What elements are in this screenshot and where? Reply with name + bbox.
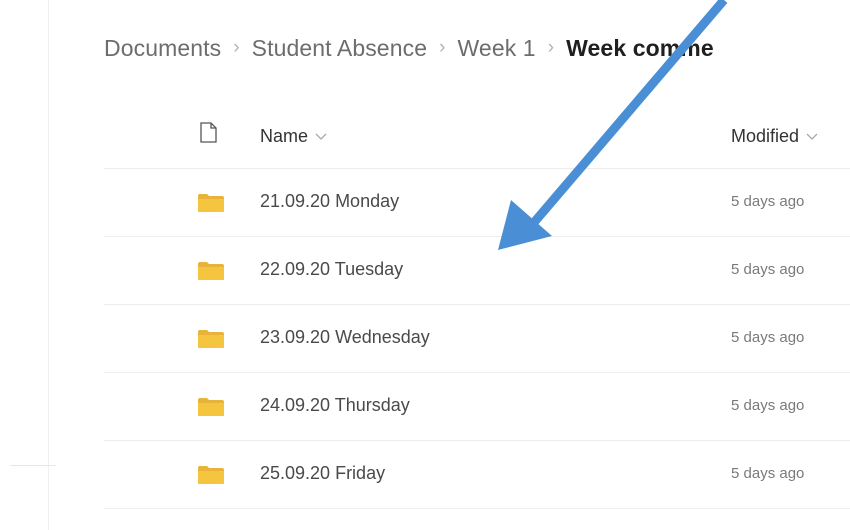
folder-name[interactable]: 22.09.20 Tuesday [260, 259, 403, 280]
rail-divider [10, 465, 56, 466]
folder-name[interactable]: 24.09.20 Thursday [260, 395, 410, 416]
folder-icon [198, 262, 224, 280]
column-header-modified-label: Modified [731, 126, 800, 146]
breadcrumb: Documents › Student Absence › Week 1 › W… [104, 30, 714, 66]
column-header-name[interactable]: Name [260, 126, 327, 147]
breadcrumb-week-1[interactable]: Week 1 [458, 35, 536, 62]
column-header-name-label: Name [260, 126, 309, 146]
breadcrumb-current-folder: Week comme [566, 34, 714, 61]
list-item[interactable]: 23.09.20 Wednesday 5 days ago [104, 305, 850, 373]
folder-name[interactable]: 21.09.20 Monday [260, 191, 399, 212]
list-item[interactable]: 25.09.20 Friday 5 days ago [104, 441, 850, 509]
chevron-down-icon [806, 133, 818, 140]
column-header-modified[interactable]: Modified [731, 126, 818, 147]
folder-name[interactable]: 25.09.20 Friday [260, 463, 385, 484]
breadcrumb-documents[interactable]: Documents [104, 35, 221, 62]
list-item[interactable]: 21.09.20 Monday 5 days ago [104, 169, 850, 237]
modified-date: 5 days ago [731, 193, 805, 210]
breadcrumb-student-absence[interactable]: Student Absence [252, 35, 427, 62]
modified-date: 5 days ago [731, 261, 805, 278]
list-header: Name Modified [104, 116, 850, 169]
left-navigation-rail [0, 0, 49, 530]
sharepoint-document-library: Documents › Student Absence › Week 1 › W… [0, 0, 850, 530]
folder-icon [198, 194, 224, 212]
breadcrumb-separator-icon: › [547, 37, 555, 58]
list-item[interactable]: 22.09.20 Tuesday 5 days ago [104, 237, 850, 305]
folder-icon [198, 466, 224, 484]
breadcrumb-separator-icon: › [233, 37, 240, 58]
folder-icon [198, 398, 224, 416]
list-item[interactable]: 24.09.20 Thursday 5 days ago [104, 373, 850, 441]
folder-icon [198, 330, 224, 348]
chevron-down-icon [315, 133, 327, 140]
modified-date: 5 days ago [731, 329, 805, 346]
modified-date: 5 days ago [731, 465, 805, 482]
modified-date: 5 days ago [731, 397, 805, 414]
folder-name[interactable]: 23.09.20 Wednesday [260, 327, 430, 348]
breadcrumb-separator-icon: › [439, 37, 446, 58]
document-icon[interactable] [200, 122, 217, 143]
